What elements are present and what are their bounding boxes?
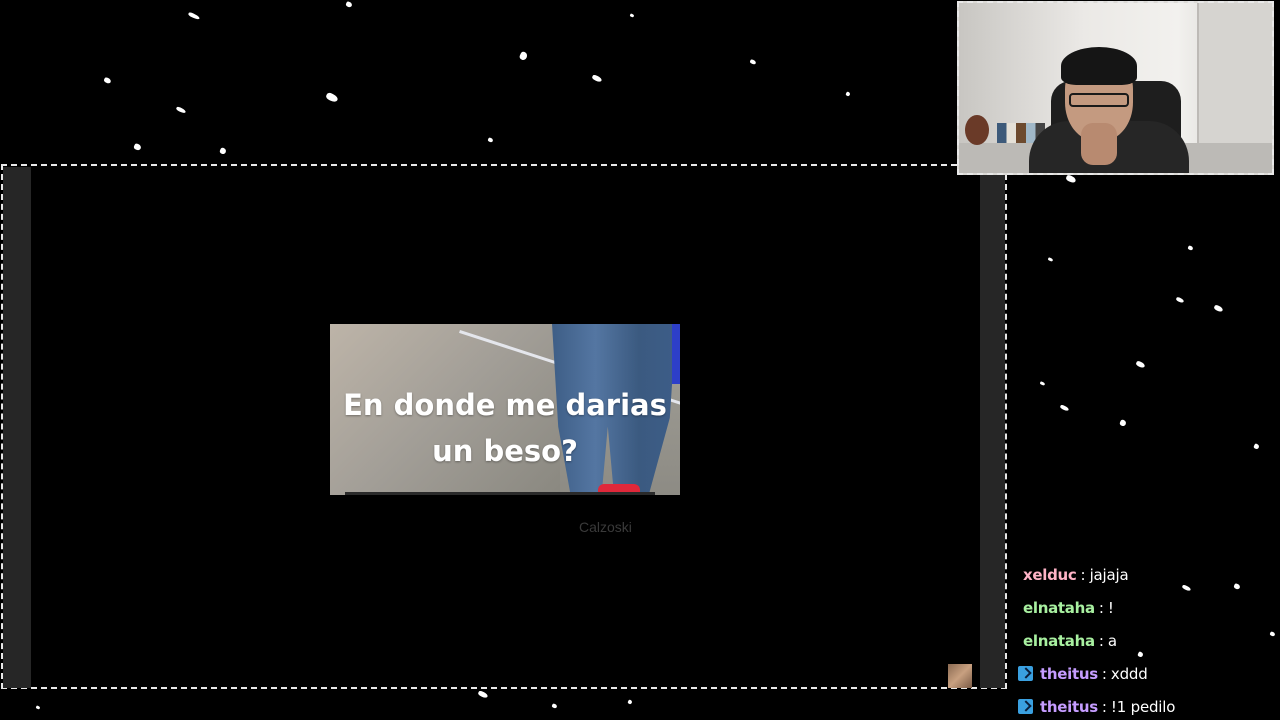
chat-message: elnataha: a <box>1018 624 1276 657</box>
chat-message: xelduc: jajaja <box>1018 558 1276 591</box>
chat-box: xelduc: jajaja elnataha:! elnataha: a theitus… <box>1018 558 1276 720</box>
snowflake <box>487 137 494 143</box>
video-caption-line-2: un beso? <box>432 434 578 468</box>
webcam-feed <box>957 1 1274 175</box>
chat-username[interactable]: theitus <box>1040 665 1098 683</box>
snowflake <box>1039 381 1046 386</box>
prime-badge-icon <box>1018 666 1033 681</box>
snowflake <box>1135 360 1146 369</box>
video-author: Calzoski <box>579 519 632 535</box>
chat-separator: : <box>1098 598 1104 617</box>
snowflake <box>187 11 201 21</box>
snowflake <box>133 142 142 152</box>
webcam-streamer-glasses <box>1069 93 1129 107</box>
snowflake <box>1175 296 1185 304</box>
snowflake <box>325 91 339 104</box>
chat-message-text: jajaja <box>1089 565 1129 584</box>
stream-overlay: En donde me darias un beso? Calzoski xel… <box>0 0 1280 720</box>
video-caption-line-1: En donde me darias <box>343 388 667 422</box>
chat-username[interactable]: elnataha <box>1023 599 1095 617</box>
snowflake <box>1253 443 1260 450</box>
video-progress-bar[interactable] <box>345 492 655 495</box>
video-caption: En donde me darias un beso? <box>330 382 680 474</box>
prime-badge-icon <box>1018 699 1033 714</box>
webcam-streamer-hair <box>1061 47 1137 85</box>
snowflake <box>518 50 529 62</box>
corner-thumbnail <box>948 664 972 688</box>
chat-username[interactable]: xelduc <box>1023 566 1077 584</box>
video-blue-object <box>672 324 680 384</box>
chat-message: theitus: !1 pedilo <box>1018 690 1276 720</box>
snowflake <box>477 690 489 699</box>
snowflake <box>1059 404 1070 412</box>
chat-message: elnataha:! <box>1018 591 1276 624</box>
chat-separator: : <box>1098 631 1104 650</box>
chat-message: theitus: xddd <box>1018 657 1276 690</box>
video-player[interactable]: En donde me darias un beso? <box>330 324 680 495</box>
snowflake <box>627 699 633 705</box>
chat-username[interactable]: elnataha <box>1023 632 1095 650</box>
chat-message-text: !1 pedilo <box>1110 697 1176 716</box>
snowflake <box>591 74 603 83</box>
chat-message-text: a <box>1107 631 1117 650</box>
snowflake <box>1187 245 1194 251</box>
snowflake <box>1047 257 1054 262</box>
chat-separator: : <box>1101 664 1107 683</box>
capture-right-border <box>980 167 1005 688</box>
snowflake <box>845 91 851 97</box>
snowflake <box>749 58 757 66</box>
chat-message-text: ! <box>1107 598 1114 617</box>
chat-message-text: xddd <box>1110 664 1148 683</box>
snowflake <box>551 703 558 709</box>
snowflake <box>345 0 353 9</box>
snowflake <box>219 147 227 155</box>
chat-separator: : <box>1101 697 1107 716</box>
webcam-plush-toy <box>965 115 989 145</box>
chat-separator: : <box>1080 565 1086 584</box>
chat-username[interactable]: theitus <box>1040 698 1098 716</box>
snowflake <box>35 705 41 710</box>
snowflake <box>175 106 187 114</box>
webcam-streamer-hand <box>1081 123 1117 165</box>
snowflake <box>1119 419 1127 427</box>
snowflake <box>1213 304 1224 313</box>
snowflake <box>103 76 112 85</box>
snowflake <box>1065 174 1077 184</box>
capture-left-border <box>3 167 31 688</box>
snowflake <box>629 13 635 18</box>
